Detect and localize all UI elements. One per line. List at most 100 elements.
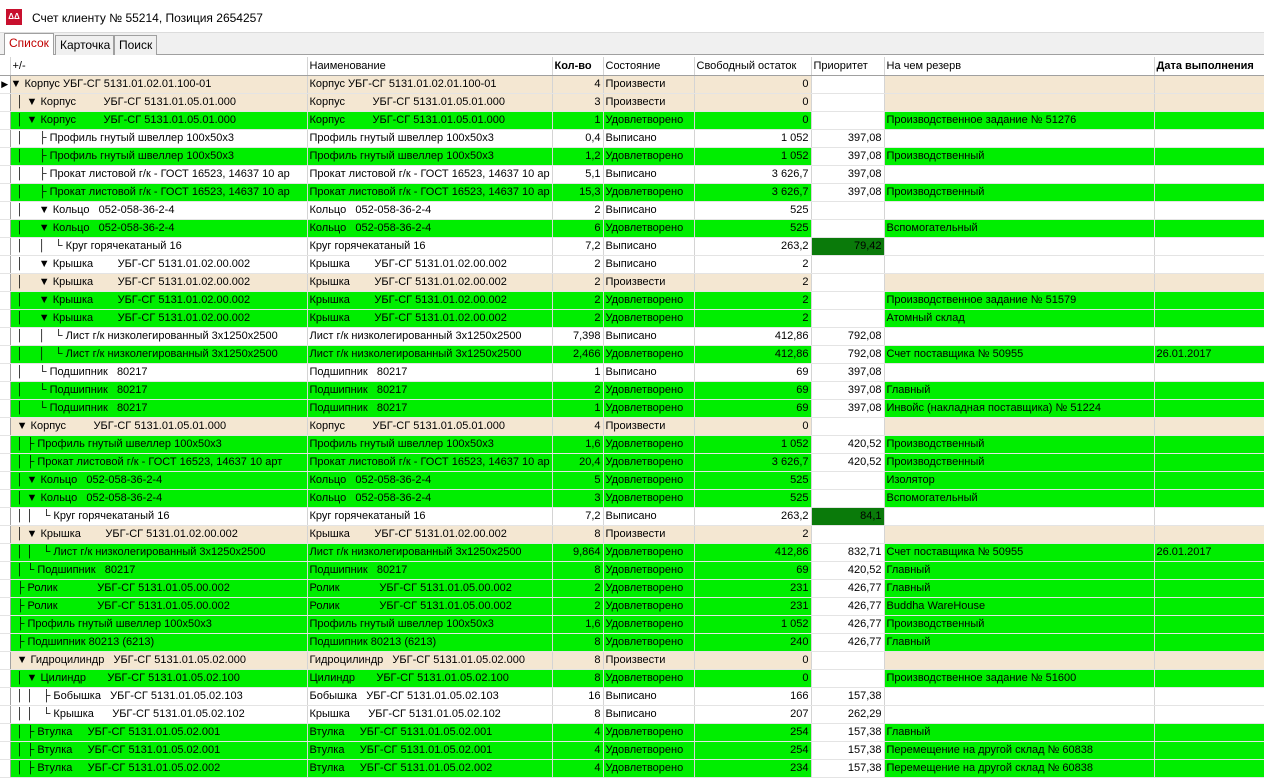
tree-cell: │ │ └ Круг горячекатаный 16 (10, 507, 308, 526)
tab-list[interactable]: Список (4, 33, 54, 55)
order-table: +/- Наименование Кол-во Состояние Свобод… (0, 57, 1264, 778)
tree-cell: │ ▼ Цилиндр УБГ-СГ 5131.01.05.02.100 (10, 669, 308, 688)
table-row[interactable]: │ ▼ Крышка УБГ-СГ 5131.01.02.00.002 Крышк… (0, 255, 1264, 274)
table-row[interactable]: │ ▼ Крышка УБГ-СГ 5131.01.02.00.002 Крышк… (0, 273, 1264, 292)
row-indicator (0, 759, 11, 778)
row-indicator (0, 507, 11, 526)
table-row[interactable]: │ ├ Втулка УБГ-СГ 5131.01.05.02.001 Втулк… (0, 741, 1264, 760)
state-cell: Удовлетворено (603, 633, 695, 652)
reserve-cell: Главный (884, 561, 1155, 580)
col-stock-header[interactable]: Свободный остаток (694, 57, 812, 76)
date-cell: 26.01.2017 (1154, 543, 1264, 562)
tree-cell: │ ▼ Корпус УБГ-СГ 5131.01.05.01.000 (10, 111, 308, 130)
reserve-cell (884, 201, 1155, 220)
col-name-header[interactable]: Наименование (307, 57, 553, 76)
table-row[interactable]: │ ├ Прокат листовой г/к - ГОСТ 16523, 14… (0, 453, 1264, 472)
table-row[interactable]: │ └ Подшипник 80217 Подшипник 80217 1 Выпис… (0, 363, 1264, 382)
table-row[interactable]: │ ▼ Крышка УБГ-СГ 5131.01.02.00.002 Крышк… (0, 291, 1264, 310)
tab-search[interactable]: Поиск (114, 35, 157, 55)
name-cell: Профиль гнутый швеллер 100х50х3 (307, 435, 553, 454)
reserve-cell: Производственный (884, 147, 1155, 166)
col-date-header[interactable]: Дата выполнения (1154, 57, 1264, 76)
table-row[interactable]: │ ▼ Корпус УБГ-СГ 5131.01.05.01.000 Корпу… (0, 93, 1264, 112)
qty-cell: 1 (552, 399, 604, 418)
state-cell: Удовлетворено (603, 759, 695, 778)
date-cell (1154, 741, 1264, 760)
data-grid[interactable]: +/- Наименование Кол-во Состояние Свобод… (0, 57, 1264, 779)
qty-cell: 1,6 (552, 615, 604, 634)
qty-cell: 1 (552, 111, 604, 130)
stock-cell: 525 (694, 219, 812, 238)
priority-cell: 420,52 (811, 561, 885, 580)
row-indicator (0, 435, 11, 454)
col-state-header[interactable]: Состояние (603, 57, 695, 76)
table-row[interactable]: │ └ Подшипник 80217 Подшипник 80217 8 Удовл… (0, 561, 1264, 580)
table-row[interactable]: │ │ ├ Бобышка УБГ-СГ 5131.01.05.02.103 Бо… (0, 687, 1264, 706)
qty-cell: 0,4 (552, 129, 604, 148)
table-row[interactable]: │ ▼ Кольцо 052-058-36-2-4 Кольцо 052-058-… (0, 489, 1264, 508)
title-bar: ΔΔ Счет клиенту № 55214, Позиция 2654257 (0, 0, 1264, 33)
table-row[interactable]: │ ├ Профиль гнутый швеллер 100х50х3 Профи… (0, 435, 1264, 454)
stock-cell: 207 (694, 705, 812, 724)
row-indicator (0, 723, 11, 742)
row-indicator (0, 201, 11, 220)
name-cell: Корпус УБГ-СГ 5131.01.02.01.100-01 (307, 75, 553, 94)
table-row[interactable]: │ ├ Профиль гнутый швеллер 100х50х3 Профи… (0, 129, 1264, 148)
stock-cell: 1 052 (694, 147, 812, 166)
table-row[interactable]: │ ├ Профиль гнутый швеллер 100х50х3 Профи… (0, 147, 1264, 166)
qty-cell: 8 (552, 525, 604, 544)
table-row[interactable]: │ │ └ Круг горячекатаный 16 Круг горячека… (0, 237, 1264, 256)
reserve-cell: Buddha WareHouse (884, 597, 1155, 616)
row-indicator (0, 93, 11, 112)
col-qty-header[interactable]: Кол-во (552, 57, 604, 76)
date-cell (1154, 435, 1264, 454)
col-reserve-header[interactable]: На чем резерв (884, 57, 1155, 76)
table-row[interactable]: │ │ └ Лист г/к низколегированный 3х1250х… (0, 327, 1264, 346)
table-row[interactable]: │ ▼ Корпус УБГ-СГ 5131.01.05.01.000 Корпу… (0, 111, 1264, 130)
reserve-cell: Главный (884, 381, 1155, 400)
table-row[interactable]: ├ Подшипник 80213 (6213) Подшипник 80213 … (0, 633, 1264, 652)
table-row[interactable]: │ ▼ Кольцо 052-058-36-2-4 Кольцо 052-058-… (0, 471, 1264, 490)
table-row[interactable]: │ └ Подшипник 80217 Подшипник 80217 1 Удовл… (0, 399, 1264, 418)
indicator-header (0, 57, 11, 76)
col-expand-header[interactable]: +/- (10, 57, 308, 76)
table-row[interactable]: │ ├ Втулка УБГ-СГ 5131.01.05.02.002 Втулк… (0, 759, 1264, 778)
qty-cell: 4 (552, 759, 604, 778)
app-logo-icon: ΔΔ (6, 9, 22, 25)
table-row[interactable]: │ │ └ Крышка УБГ-СГ 5131.01.05.02.102 Кры… (0, 705, 1264, 724)
table-row[interactable]: │ │ └ Лист г/к низколегированный 3х1250х… (0, 345, 1264, 364)
table-row[interactable]: │ ├ Втулка УБГ-СГ 5131.01.05.02.001 Втулк… (0, 723, 1264, 742)
tab-strip: Список Карточка Поиск (0, 33, 1264, 55)
table-row[interactable]: │ │ └ Лист г/к низколегированный 3х1250х… (0, 543, 1264, 562)
table-row[interactable]: ▼ Гидроцилиндр УБГ-СГ 5131.01.05.02.000 Г… (0, 651, 1264, 670)
tab-card[interactable]: Карточка (55, 35, 114, 55)
priority-cell (811, 525, 885, 544)
table-row[interactable]: │ ▼ Кольцо 052-058-36-2-4 Кольцо 052-058-… (0, 201, 1264, 220)
priority-cell: 792,08 (811, 327, 885, 346)
stock-cell: 69 (694, 561, 812, 580)
tree-cell: │ └ Подшипник 80217 (10, 399, 308, 418)
table-row[interactable]: │ ▼ Кольцо 052-058-36-2-4 Кольцо 052-058-… (0, 219, 1264, 238)
col-priority-header[interactable]: Приоритет (811, 57, 885, 76)
date-cell (1154, 507, 1264, 526)
table-row[interactable]: │ ▼ Крышка УБГ-СГ 5131.01.02.00.002 Крышк… (0, 309, 1264, 328)
stock-cell: 0 (694, 111, 812, 130)
table-row[interactable]: │ ▼ Цилиндр УБГ-СГ 5131.01.05.02.100 Цили… (0, 669, 1264, 688)
table-row[interactable]: │ ├ Прокат листовой г/к - ГОСТ 16523, 14… (0, 183, 1264, 202)
table-row[interactable]: ▶ ▼ Корпус УБГ-СГ 5131.01.02.01.100-01 Кор… (0, 75, 1264, 94)
tree-cell: │ └ Подшипник 80217 (10, 561, 308, 580)
table-row[interactable]: │ ├ Прокат листовой г/к - ГОСТ 16523, 14… (0, 165, 1264, 184)
table-row[interactable]: ├ Ролик УБГ-СГ 5131.01.05.00.002 Ролик УБ… (0, 597, 1264, 616)
table-row[interactable]: ├ Профиль гнутый швеллер 100х50х3 Профиль… (0, 615, 1264, 634)
table-row[interactable]: │ │ └ Круг горячекатаный 16 Круг горячека… (0, 507, 1264, 526)
table-row[interactable]: ▼ Корпус УБГ-СГ 5131.01.05.01.000 Корпус … (0, 417, 1264, 436)
table-row[interactable]: │ ▼ Крышка УБГ-СГ 5131.01.02.00.002 Крышк… (0, 525, 1264, 544)
row-indicator (0, 129, 11, 148)
table-row[interactable]: │ └ Подшипник 80217 Подшипник 80217 2 Удовл… (0, 381, 1264, 400)
table-row[interactable]: ├ Ролик УБГ-СГ 5131.01.05.00.002 Ролик УБ… (0, 579, 1264, 598)
stock-cell: 166 (694, 687, 812, 706)
state-cell: Удовлетворено (603, 219, 695, 238)
tree-cell: │ │ └ Лист г/к низколегированный 3х1250х… (10, 345, 308, 364)
row-indicator (0, 543, 11, 562)
row-indicator (0, 309, 11, 328)
